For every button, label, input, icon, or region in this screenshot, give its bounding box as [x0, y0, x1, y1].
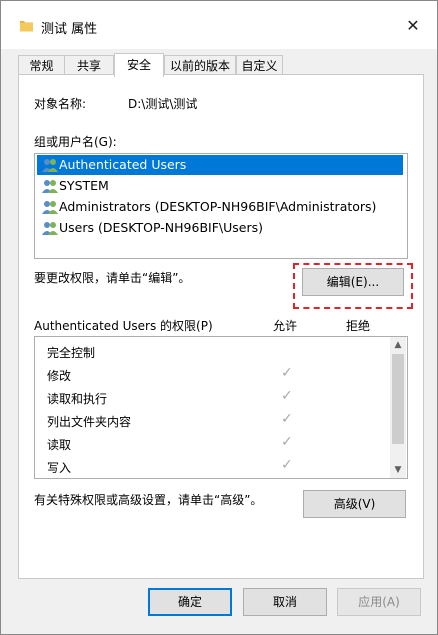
- advanced-hint: 有关特殊权限或高级设置，请单击“高级”。: [34, 493, 263, 507]
- table-row: 列出文件夹内容 ✓: [35, 409, 389, 432]
- tab-security[interactable]: 安全: [114, 53, 164, 77]
- groups-label: 组或用户名(G):: [34, 135, 117, 149]
- permission-name: 写入: [47, 461, 72, 475]
- properties-window: 测试 属性 ✕ 常规 共享 安全 以前的版本 自定义 对象名称: D:\测试\测…: [0, 0, 438, 635]
- scroll-thumb[interactable]: [392, 354, 404, 444]
- users-listbox[interactable]: Authenticated Users SYSTEM Administrator…: [34, 153, 408, 259]
- security-panel: 对象名称: D:\测试\测试 组或用户名(G): Authenticated U…: [18, 74, 424, 579]
- tab-customize[interactable]: 自定义: [236, 55, 283, 76]
- user-name: SYSTEM: [59, 178, 109, 193]
- check-icon: ✓: [281, 388, 293, 404]
- tab-previous-versions[interactable]: 以前的版本: [164, 55, 236, 76]
- tab-sharing[interactable]: 共享: [64, 55, 114, 76]
- user-name: Administrators (DESKTOP-NH96BIF\Administ…: [59, 199, 377, 214]
- cancel-button[interactable]: 取消: [243, 588, 327, 616]
- list-item[interactable]: Administrators (DESKTOP-NH96BIF\Administ…: [37, 197, 403, 217]
- folder-icon: [20, 21, 33, 32]
- table-row: 读取和执行 ✓: [35, 386, 389, 409]
- title-bar: 测试 属性 ✕: [1, 1, 437, 49]
- scroll-up-icon[interactable]: ▲: [390, 337, 406, 353]
- permission-name: 读取和执行: [47, 392, 108, 406]
- users-group-icon: [42, 180, 58, 193]
- deny-header: 拒绝: [346, 319, 371, 333]
- table-row: 修改 ✓: [35, 363, 389, 386]
- users-group-icon: [42, 159, 58, 172]
- close-button[interactable]: ✕: [397, 11, 429, 41]
- tab-general[interactable]: 常规: [18, 55, 65, 76]
- check-icon: ✓: [281, 365, 293, 381]
- object-name-value: D:\测试\测试: [128, 97, 198, 111]
- object-name-label: 对象名称:: [34, 97, 87, 111]
- user-name: Users (DESKTOP-NH96BIF\Users): [59, 220, 263, 235]
- vertical-scrollbar[interactable]: ▲ ▼: [390, 337, 406, 478]
- apply-button[interactable]: 应用(A): [337, 588, 421, 616]
- users-group-icon: [42, 201, 58, 214]
- close-icon: ✕: [406, 16, 420, 35]
- list-item[interactable]: SYSTEM: [37, 176, 403, 196]
- list-item[interactable]: Users (DESKTOP-NH96BIF\Users): [37, 218, 403, 238]
- permission-name: 完全控制: [47, 346, 96, 360]
- users-group-icon: [42, 222, 58, 235]
- check-icon: ✓: [281, 434, 293, 450]
- edit-button[interactable]: 编辑(E)...: [302, 268, 404, 296]
- permissions-list: 完全控制 修改 ✓ 读取和执行 ✓ 列出文件夹内容 ✓ 读取 ✓ 写入 ✓ ▲ …: [34, 336, 408, 479]
- allow-header: 允许: [273, 319, 298, 333]
- check-icon: ✓: [281, 411, 293, 427]
- scroll-down-icon[interactable]: ▼: [390, 462, 406, 478]
- permission-name: 修改: [47, 369, 72, 383]
- table-row: 完全控制: [35, 340, 389, 363]
- table-row: 读取 ✓: [35, 432, 389, 455]
- list-item[interactable]: Authenticated Users: [37, 155, 403, 175]
- table-row: 写入 ✓: [35, 455, 389, 478]
- permission-name: 读取: [47, 438, 72, 452]
- change-permissions-hint: 要更改权限，请单击“编辑”。: [34, 271, 191, 285]
- window-title: 测试 属性: [41, 22, 98, 37]
- advanced-button[interactable]: 高级(V): [303, 490, 406, 518]
- permission-name: 列出文件夹内容: [47, 415, 132, 429]
- check-icon: ✓: [281, 457, 293, 473]
- permissions-label: Authenticated Users 的权限(P): [34, 319, 213, 333]
- user-name: Authenticated Users: [59, 157, 187, 172]
- ok-button[interactable]: 确定: [148, 588, 232, 616]
